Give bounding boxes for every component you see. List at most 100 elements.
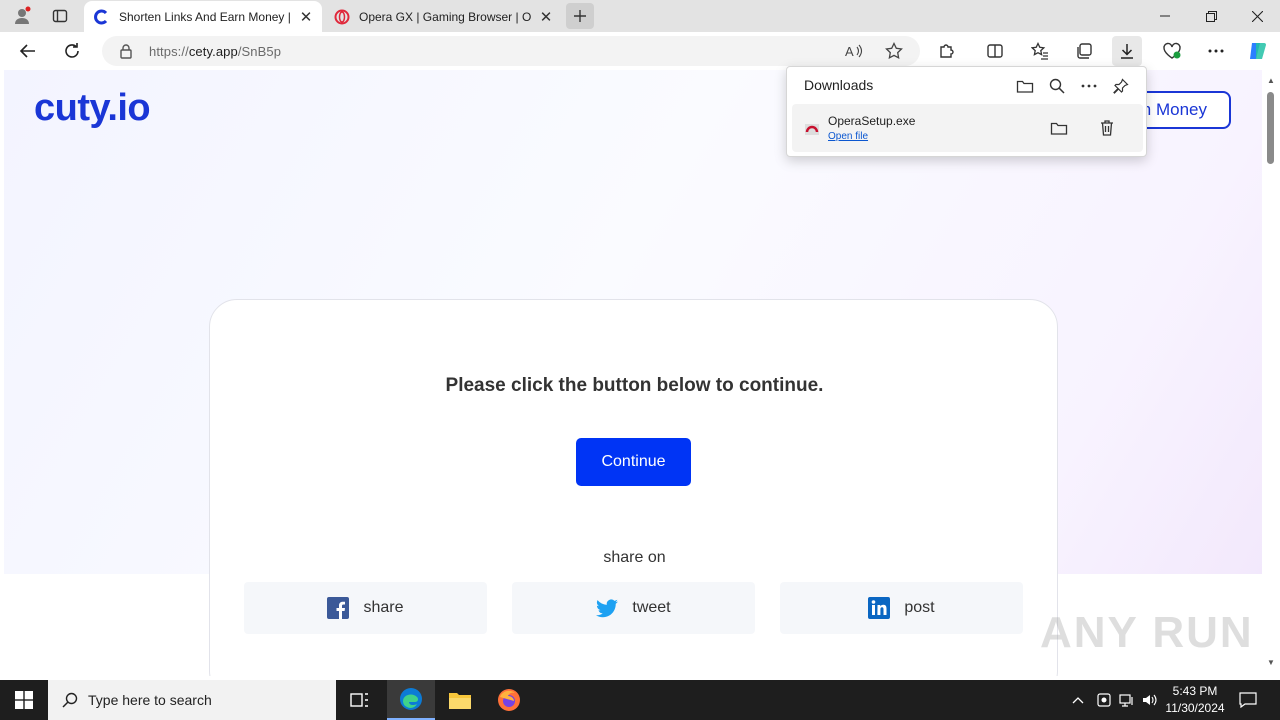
cuty-favicon-icon (94, 9, 108, 24)
favorites-icon (1031, 42, 1048, 60)
lock-icon[interactable] (116, 41, 136, 61)
continue-message: Please click the button below to continu… (445, 375, 824, 396)
search-icon (62, 692, 78, 708)
downloads-panel: Downloads OperaSetup.exe Open file (786, 66, 1147, 157)
facebook-icon (327, 597, 350, 619)
close-icon (1251, 10, 1263, 22)
taskbar-clock[interactable]: 5:43 PM 11/30/2024 (1162, 683, 1228, 717)
download-filename: OperaSetup.exe (828, 114, 916, 128)
profile-button[interactable] (8, 4, 36, 28)
copilot-button[interactable] (1243, 36, 1273, 66)
folder-icon (449, 693, 471, 709)
svg-text:A: A (845, 44, 854, 59)
clock-date: 11/30/2024 (1165, 701, 1225, 715)
open-file-link[interactable]: Open file (828, 131, 868, 142)
downloads-button[interactable] (1112, 36, 1142, 66)
network-icon[interactable] (1117, 680, 1137, 720)
start-button[interactable] (0, 680, 48, 720)
minimize-button[interactable] (1142, 0, 1188, 32)
clock-time: 5:43 PM (1172, 684, 1218, 698)
url-text[interactable]: https://cety.app/SnB5p (149, 44, 281, 59)
taskbar-search-box[interactable]: Type here to search (48, 680, 336, 720)
search-downloads-icon[interactable] (1045, 74, 1069, 98)
close-window-button[interactable] (1234, 0, 1280, 32)
chevron-up-icon (1072, 697, 1084, 704)
copilot-icon (1250, 43, 1266, 59)
notifications-button[interactable] (1234, 680, 1262, 720)
tab-strip: Shorten Links And Earn Money | C ✕ Opera… (0, 0, 1280, 32)
continue-button[interactable]: Continue (576, 438, 691, 486)
share-heading: share on (603, 549, 666, 566)
back-button[interactable] (13, 36, 43, 66)
plus-icon (574, 10, 586, 22)
more-options-icon[interactable] (1077, 74, 1101, 98)
puzzle-icon (940, 44, 954, 58)
minimize-icon (1160, 15, 1170, 17)
heart-pulse-icon (1163, 42, 1181, 59)
close-tab-icon[interactable]: ✕ (298, 9, 314, 26)
search-placeholder: Type here to search (88, 692, 212, 708)
share-linkedin-button[interactable]: post (780, 582, 1023, 634)
restore-icon (1205, 10, 1217, 22)
scroll-down-icon[interactable]: ▼ (1266, 658, 1276, 668)
show-in-folder-icon[interactable] (1048, 117, 1070, 139)
favorites-button[interactable] (1025, 36, 1055, 66)
collections-icon (1077, 43, 1092, 59)
volume-icon[interactable] (1140, 680, 1160, 720)
page-scrollbar[interactable]: ▲ ▼ (1262, 70, 1280, 676)
close-tab-icon[interactable]: ✕ (538, 9, 554, 26)
url-path: /SnB5p (237, 44, 282, 59)
share-facebook-label: share (363, 599, 404, 616)
browser-essentials-button[interactable] (1157, 36, 1187, 66)
favorite-star-icon[interactable] (884, 41, 904, 61)
open-downloads-folder-icon[interactable] (1013, 74, 1037, 98)
tab-actions-icon (52, 9, 68, 23)
tab-actions-button[interactable] (46, 4, 74, 28)
url-host: cety.app (188, 44, 238, 59)
download-icon (1121, 44, 1133, 59)
delete-download-icon[interactable] (1096, 117, 1118, 139)
settings-menu-button[interactable] (1201, 36, 1231, 66)
firefox-taskbar-app[interactable] (485, 680, 533, 720)
tab-cuty[interactable]: Shorten Links And Earn Money | C ✕ (84, 1, 322, 32)
split-screen-icon (987, 44, 1003, 58)
site-logo[interactable]: cuty.io (34, 87, 151, 130)
notification-icon (1239, 692, 1257, 708)
new-tab-button[interactable] (566, 3, 594, 29)
edge-icon (400, 688, 422, 710)
restore-button[interactable] (1188, 0, 1234, 32)
web-page: cuty.io n Money Please click the button … (4, 70, 1262, 676)
profile-icon (15, 6, 31, 24)
split-screen-button[interactable] (980, 36, 1010, 66)
refresh-icon (65, 43, 79, 58)
share-facebook-button[interactable]: share (244, 582, 487, 634)
scrollbar-thumb[interactable] (1267, 92, 1274, 164)
extensions-button[interactable] (932, 36, 962, 66)
opera-favicon-icon (334, 9, 350, 24)
downloads-title: Downloads (804, 77, 874, 93)
share-twitter-button[interactable]: tweet (512, 582, 755, 634)
watermark: ANY RUN (1040, 608, 1254, 657)
show-hidden-icons-button[interactable] (1068, 680, 1088, 720)
download-item[interactable]: OperaSetup.exe Open file (792, 104, 1143, 152)
tray-security-icon[interactable] (1094, 680, 1114, 720)
browser-toolbar: https://cety.app/SnB5p A (0, 32, 1280, 70)
opera-installer-file-icon (805, 124, 819, 135)
tab-title: Opera GX | Gaming Browser | Ope (359, 9, 532, 24)
windows-taskbar: Type here to search 5:43 PM 11/30/2024 (0, 680, 1280, 720)
address-bar[interactable]: https://cety.app/SnB5p A (102, 36, 920, 66)
collections-button[interactable] (1069, 36, 1099, 66)
share-linkedin-label: post (904, 599, 935, 616)
refresh-button[interactable] (57, 36, 87, 66)
tab-title: Shorten Links And Earn Money | C (119, 9, 292, 24)
read-aloud-icon[interactable]: A (844, 41, 864, 61)
firefox-icon (498, 689, 520, 711)
edge-taskbar-app[interactable] (387, 680, 435, 720)
windows-logo-icon (15, 691, 33, 709)
scroll-up-icon[interactable]: ▲ (1266, 76, 1276, 86)
tab-opera[interactable]: Opera GX | Gaming Browser | Ope ✕ (324, 1, 562, 32)
file-explorer-taskbar-app[interactable] (436, 680, 484, 720)
linkedin-icon (868, 597, 891, 619)
pin-icon[interactable] (1109, 74, 1133, 98)
task-view-button[interactable] (336, 680, 384, 720)
